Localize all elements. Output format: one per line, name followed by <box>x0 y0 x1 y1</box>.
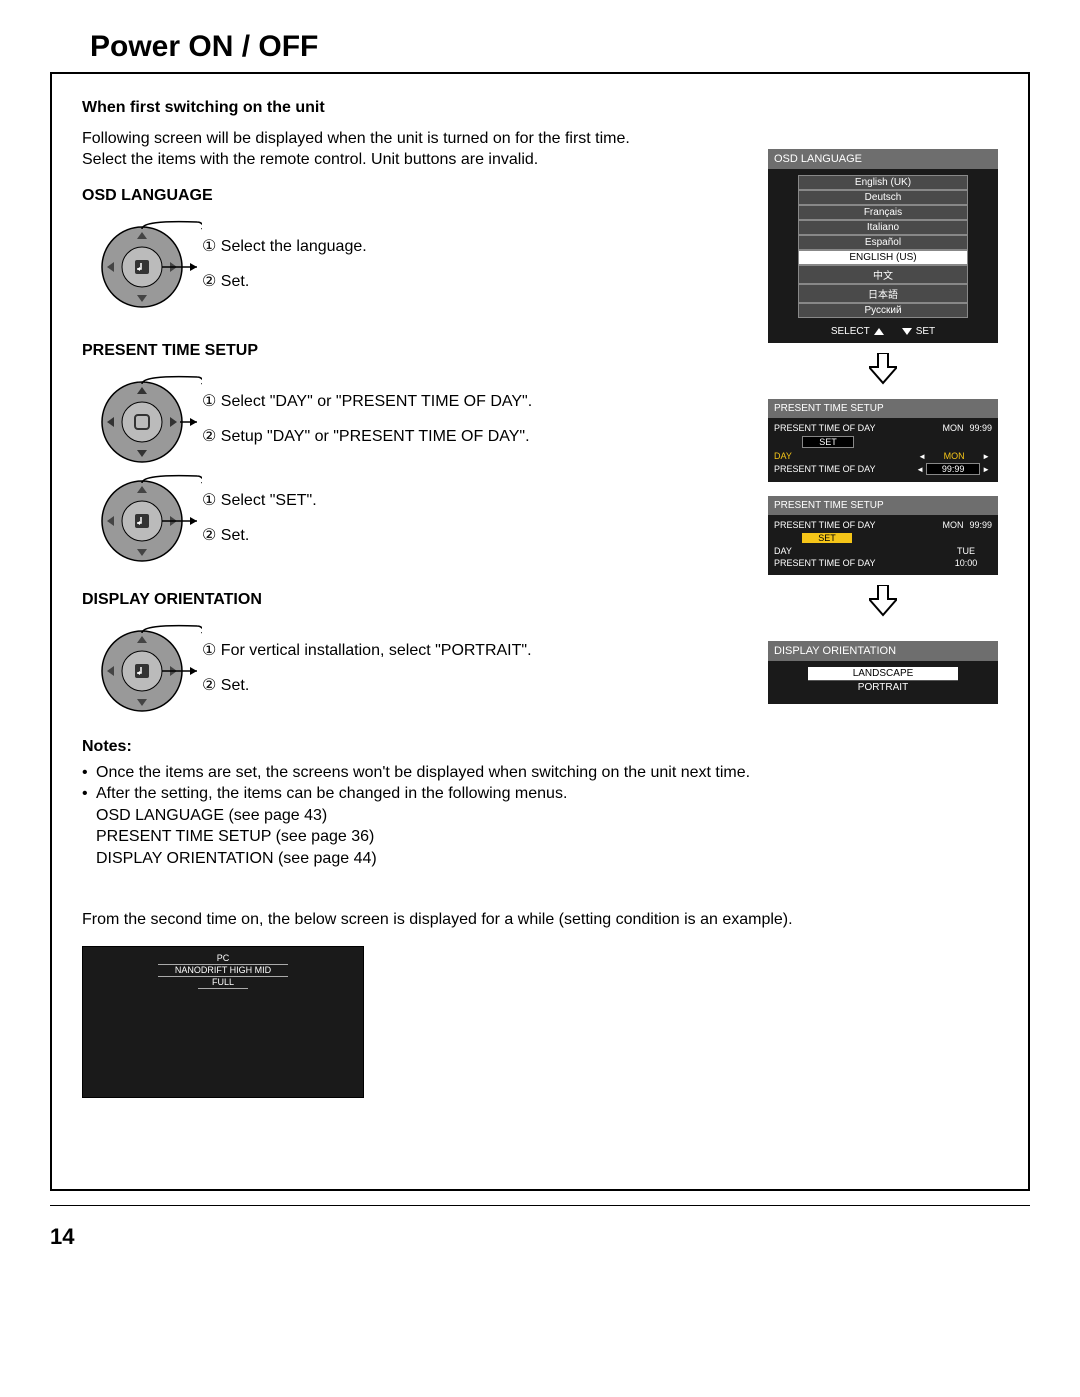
osd-language-panel: OSD LANGUAGE English (UK)DeutschFrançais… <box>768 149 998 343</box>
note-2a: OSD LANGUAGE (see page 43) <box>82 805 998 827</box>
note-2c: DISPLAY ORIENTATION (see page 44) <box>82 848 998 870</box>
remote-enter-diagram <box>82 217 202 312</box>
mini-screen-example: PC NANODRIFT HIGH MID FULL <box>82 946 364 1098</box>
lang-item: Русский <box>798 303 968 318</box>
lang-item: 日本語 <box>798 284 968 303</box>
note-1: Once the items are set, the screens won'… <box>82 762 998 784</box>
pts-a-step2: ② Setup "DAY" or "PRESENT TIME OF DAY". <box>202 419 532 454</box>
display-orientation-heading: DISPLAY ORIENTATION <box>82 591 622 609</box>
pts-heading: PRESENT TIME SETUP <box>82 342 622 360</box>
lang-item: ENGLISH (US) <box>798 250 968 265</box>
pts-panel-1: PRESENT TIME SETUP PRESENT TIME OF DAY M… <box>768 399 998 482</box>
pts-a-step1: ① Select "DAY" or "PRESENT TIME OF DAY". <box>202 384 532 419</box>
lang-item: English (UK) <box>798 175 968 190</box>
triangle-up-icon <box>874 328 884 335</box>
pts-b-step2: ② Set. <box>202 518 317 553</box>
do-step1: ① For vertical installation, select "POR… <box>202 633 532 668</box>
do-step2: ② Set. <box>202 668 532 703</box>
pts-set-button-selected: SET <box>802 533 852 543</box>
osd-language-panel-title: OSD LANGUAGE <box>768 149 998 169</box>
page-divider <box>50 1205 1030 1206</box>
page-number: 14 <box>50 1224 1030 1250</box>
lang-item: Deutsch <box>798 190 968 205</box>
note-2: After the setting, the items can be chan… <box>82 783 998 805</box>
remote-nav-diagram <box>82 372 202 467</box>
osd-step2: ② Set. <box>202 264 367 299</box>
arrow-down-icon-2 <box>768 585 998 617</box>
second-time-text: From the second time on, the below scree… <box>82 910 998 931</box>
content-frame: When first switching on the unit Followi… <box>50 72 1030 1191</box>
osd-language-heading: OSD LANGUAGE <box>82 187 622 205</box>
note-2b: PRESENT TIME SETUP (see page 36) <box>82 826 998 848</box>
do-portrait: PORTRAIT <box>808 681 958 694</box>
pts-b-step1: ① Select "SET". <box>202 483 317 518</box>
remote-enter-diagram-2 <box>82 471 202 566</box>
notes-heading: Notes: <box>82 738 998 756</box>
pts-set-button: SET <box>802 436 854 448</box>
lang-item: 中文 <box>798 265 968 284</box>
arrow-down-icon <box>768 353 998 385</box>
triangle-down-icon <box>902 328 912 335</box>
osd-footer-set: SET <box>916 326 935 337</box>
intro-heading: When first switching on the unit <box>82 99 998 117</box>
osd-step1: ① Select the language. <box>202 229 367 264</box>
display-orientation-panel: DISPLAY ORIENTATION LANDSCAPE PORTRAIT <box>768 641 998 704</box>
lang-item: Español <box>798 235 968 250</box>
page-title: Power ON / OFF <box>90 30 1030 64</box>
pts-panel-2: PRESENT TIME SETUP PRESENT TIME OF DAY M… <box>768 496 998 575</box>
lang-item: Italiano <box>798 220 968 235</box>
lang-item: Français <box>798 205 968 220</box>
osd-footer-select: SELECT <box>831 326 870 337</box>
do-landscape: LANDSCAPE <box>808 667 958 681</box>
remote-enter-diagram-3 <box>82 621 202 716</box>
